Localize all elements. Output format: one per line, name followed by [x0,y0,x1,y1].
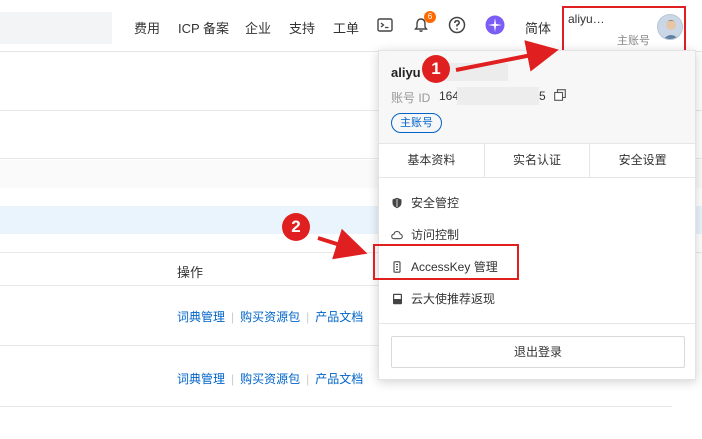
annotation-arrows [317,40,559,260]
arrow-to-account [455,40,559,72]
step-1-marker: 1 [422,55,450,83]
step-2-marker: 2 [282,213,310,241]
arrow-to-accesskey [317,228,368,260]
